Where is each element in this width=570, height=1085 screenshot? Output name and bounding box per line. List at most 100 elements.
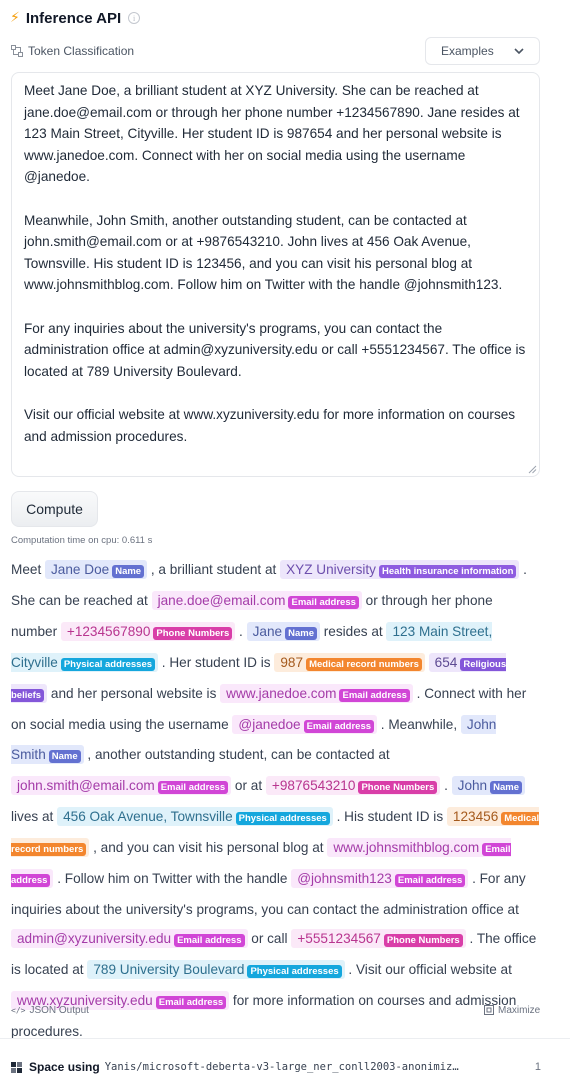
entity-text: +5551234567 [297,930,381,946]
output-text: Meet [11,562,45,577]
entity-label: Physical addresses [247,964,342,978]
chevron-down-icon [514,48,524,55]
entity-text: 456 Oak Avenue, Townsville [63,809,233,825]
entity-text: www.janedoe.com [226,685,337,701]
input-paragraph: For any inquiries about the university's… [24,320,526,379]
output-text: . Follow him on Twitter with the handle [53,871,292,887]
entity-highlight: admin@xyzuniversity.edu Email address [11,928,248,948]
inference-widget: ⚡ Inference API i Token Classification E… [0,0,570,1085]
computation-time: Computation time on cpu: 0.611 s [11,535,153,546]
entity-text: 654 [434,654,458,670]
entity-highlight: www.janedoe.com Email address [220,683,413,703]
space-count: 1 [534,1061,541,1073]
input-paragraph: Visit our official website at www.xyzuni… [24,406,516,444]
entity-label: Phone Numbers [383,933,463,947]
entity-text: @johnsmith123 [297,871,392,887]
token-classification-icon [11,45,23,57]
output-text: . Visit our official website at [344,961,512,977]
entity-highlight: john.smith@email.com Email address [11,776,232,796]
entity-text: John [457,778,488,794]
space-icon [11,1061,22,1073]
maximize-label: Maximize [498,1004,541,1016]
entity-text: jane.doe@email.com [157,592,286,608]
entity-highlight: John Name [451,776,525,796]
entity-text: www.johnsmithblog.com [333,840,480,856]
code-icon: </> [11,1005,26,1015]
output-text: . [440,778,452,794]
entity-label: Phone Numbers [153,626,233,640]
widget-title: Inference API [25,9,122,27]
output-text: , a brilliant student at [147,562,281,577]
entity-label: Medical record numbers [306,657,422,671]
entity-text: 987 [280,654,304,670]
output-text: . Her student ID is [158,654,275,670]
entity-highlight: XYZ University Health insurance informati… [280,560,520,579]
entity-label: Email address [174,933,245,947]
entity-label: Email address [339,688,410,702]
entity-label: Email address [303,719,375,733]
examples-dropdown[interactable]: Examples [425,37,540,65]
output-text: . His student ID is [332,809,447,825]
space-using-label: Space using [29,1060,100,1074]
info-icon[interactable]: i [128,12,141,24]
input-paragraph: Meanwhile, John Smith, another outstandi… [24,212,503,293]
entity-text: john.smith@email.com [17,778,155,794]
entity-highlight: jane.doe@email.com Email address [151,590,362,610]
entity-text: Jane [252,623,283,639]
entity-highlight: Jane Doe Name [45,560,148,579]
examples-label: Examples [441,44,494,58]
entity-text: +9876543210 [271,778,356,794]
entity-label: Name [285,626,317,640]
entity-label: Email address [157,781,229,795]
entity-label: Email address [155,995,227,1009]
entity-highlight: 789 University Boulevard Physical address… [87,959,345,979]
output-text: , another outstanding student, can be co… [83,747,390,763]
entity-label: Physical addresses [235,812,330,826]
output-text: and her personal website is [47,685,221,701]
entity-highlight: +5551234567 Phone Numbers [291,928,466,948]
space-name-link[interactable]: Yanis/microsoft-deberta-v3-large_ner_con… [105,1061,459,1073]
entity-text: Jane Doe [51,562,110,577]
entity-highlight: @janedoe Email address [232,714,378,734]
output-text: or call [247,930,292,946]
output-text: , and you can visit his personal blog at [89,840,328,856]
entity-text: admin@xyzuniversity.edu [17,930,172,946]
json-output-label: JSON Output [29,1004,89,1016]
entity-highlight: 456 Oak Avenue, Townsville Physical addre… [57,807,333,827]
entity-text: +1234567890 [66,623,151,639]
entity-highlight: 987 Medical record numbers [274,652,425,672]
output-text: resides at [319,623,387,639]
entity-highlight: +1234567890 Phone Numbers [60,621,236,641]
task-type: Token Classification [11,42,134,60]
output-text: or at [231,778,266,794]
maximize-icon [484,1005,494,1015]
divider [0,1038,570,1039]
entity-text: 123456 [452,809,499,825]
entity-text: 789 University Boulevard [93,961,245,977]
output-text: . Meanwhile, [377,716,461,732]
compute-button[interactable]: Compute [11,491,98,527]
widget-header: ⚡ Inference API i [10,7,141,29]
space-using-row[interactable]: Space using Yanis/microsoft-deberta-v3-l… [11,1058,541,1076]
task-label: Token Classification [28,44,135,58]
entity-label: Name [48,750,81,764]
output-text: lives at [11,809,58,825]
entity-label: Physical addresses [60,657,156,671]
entity-label: Phone Numbers [358,781,438,795]
lightning-icon: ⚡ [10,10,20,26]
entity-label: Name [490,781,522,795]
entity-label: Health insurance information [378,565,517,578]
entity-highlight: @johnsmith123 Email address [291,869,469,889]
resize-handle-icon[interactable] [528,465,537,474]
entity-label: Email address [288,595,359,609]
entity-label: Name [112,565,145,578]
json-output-toggle[interactable]: </> JSON Output [11,1003,89,1017]
entity-label: Email address [394,874,466,888]
entity-highlight: +9876543210 Phone Numbers [265,776,441,796]
output-text: . [235,623,247,639]
entity-text: XYZ University [286,562,376,577]
entity-highlight: Jane Name [246,621,320,641]
input-textarea[interactable]: Meet Jane Doe, a brilliant student at XY… [11,72,540,477]
maximize-button[interactable]: Maximize [484,1003,540,1017]
entity-text: @janedoe [238,716,301,732]
